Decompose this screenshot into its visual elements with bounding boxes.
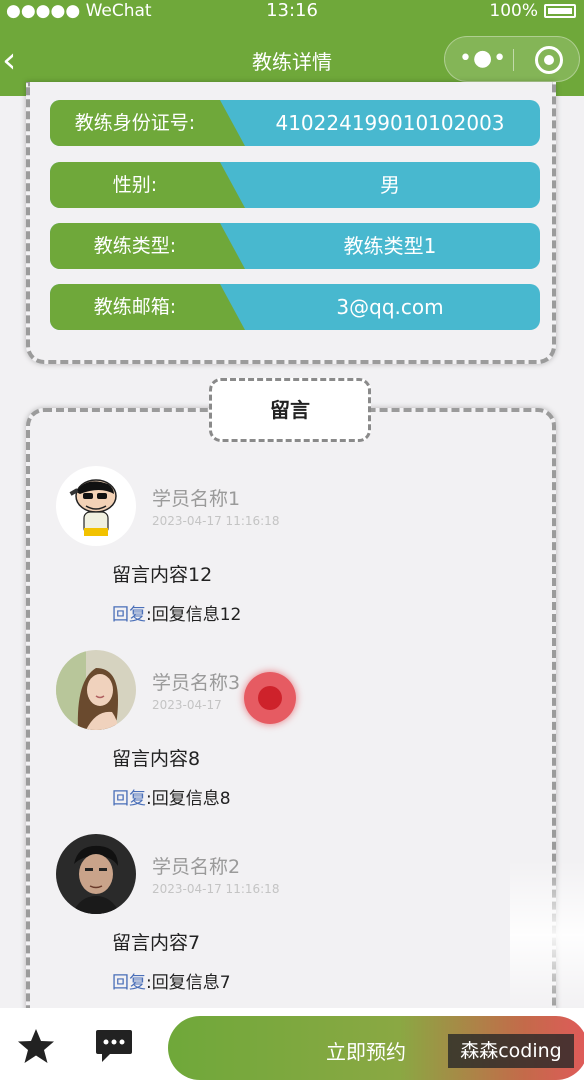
reply-text: 回复信息12: [151, 605, 242, 625]
book-now-label: 立即预约: [326, 1040, 406, 1064]
message-content: 留言内容7: [112, 932, 201, 954]
message-time: 2023-04-17 11:16:18: [152, 514, 280, 528]
miniprogram-capsule: •●•: [444, 36, 580, 82]
avatar: [56, 650, 136, 730]
message-reply: 回复:回复信息8: [112, 784, 231, 809]
screen-glare: [510, 860, 584, 1010]
close-target-icon[interactable]: [535, 46, 563, 74]
more-dots-icon[interactable]: •●•: [459, 46, 507, 71]
student-name: 学员名称2: [152, 856, 241, 878]
coach-info-card: 教练身份证号: 410224199010102003 性别: 男 教练类型: 教…: [26, 82, 556, 364]
message-content: 留言内容8: [112, 748, 201, 770]
message-reply: 回复:回复信息12: [112, 600, 241, 625]
info-row-email: 教练邮箱: 3@qq.com: [50, 284, 540, 330]
reply-text: 回复信息7: [151, 973, 231, 993]
battery-percent: 100%: [489, 1, 538, 21]
message-content: 留言内容12: [112, 564, 213, 586]
avatar: [56, 834, 136, 914]
capsule-divider: [513, 49, 514, 71]
message-reply: 回复:回复信息7: [112, 968, 231, 993]
info-label: 教练类型:: [50, 223, 245, 269]
info-value: 410224199010102003: [275, 111, 505, 135]
info-value: 男: [380, 173, 400, 197]
battery-icon: [544, 4, 576, 18]
status-bar: ●●●●● WeChat 13:16 100%: [0, 0, 584, 22]
reply-label: 回复: [112, 789, 146, 809]
reply-label: 回复: [112, 973, 146, 993]
messages-card: 学员名称1 2023-04-17 11:16:18 留言内容12 回复:回复信息…: [26, 408, 556, 1048]
info-value: 教练类型1: [343, 234, 437, 258]
info-label: 教练身份证号:: [50, 100, 245, 146]
message-time: 2023-04-17 11:16:18: [152, 882, 280, 896]
avatar: [56, 466, 136, 546]
info-row-gender: 性别: 男: [50, 162, 540, 208]
reply-label: 回复: [112, 605, 146, 625]
student-name: 学员名称3: [152, 672, 241, 694]
touch-indicator: [244, 672, 296, 724]
message-time: 2023-04-17: [152, 698, 222, 712]
chat-bubble-icon[interactable]: [94, 1026, 134, 1066]
info-row-coach-type: 教练类型: 教练类型1: [50, 223, 540, 269]
favorite-star-icon[interactable]: [16, 1026, 56, 1066]
messages-tab[interactable]: 留言: [209, 378, 371, 442]
info-label: 性别:: [50, 162, 245, 208]
watermark: 森森coding: [448, 1034, 574, 1068]
info-label: 教练邮箱:: [50, 284, 245, 330]
student-name: 学员名称1: [152, 488, 241, 510]
info-row-id-number: 教练身份证号: 410224199010102003: [50, 100, 540, 146]
reply-text: 回复信息8: [151, 789, 231, 809]
info-value: 3@qq.com: [336, 295, 444, 319]
